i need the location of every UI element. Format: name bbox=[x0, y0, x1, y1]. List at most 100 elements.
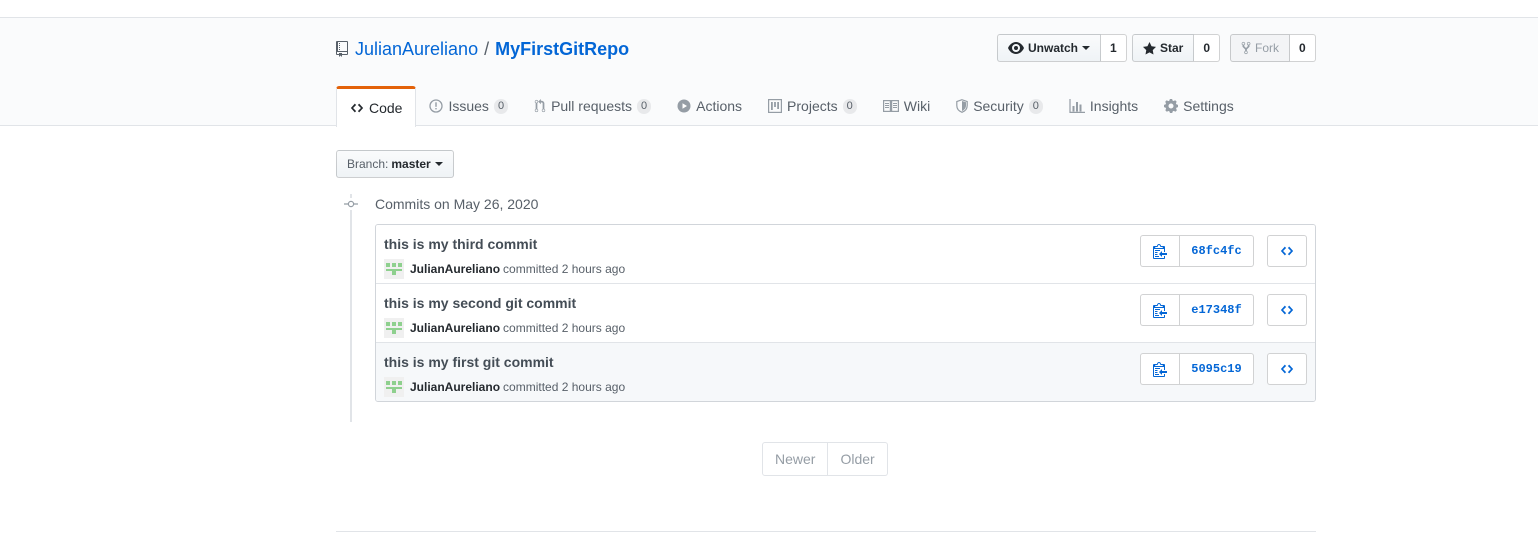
commit-group-title: Commits on May 26, 2020 bbox=[375, 196, 539, 212]
commit-node-icon bbox=[343, 198, 359, 210]
gear-icon bbox=[1164, 99, 1179, 113]
newer-button[interactable]: Newer bbox=[762, 442, 829, 476]
tab-code-label: Code bbox=[369, 100, 403, 116]
footer-divider bbox=[336, 531, 1316, 532]
pull-request-icon bbox=[534, 99, 546, 113]
tab-insights-label: Insights bbox=[1089, 98, 1139, 114]
older-button[interactable]: Older bbox=[828, 442, 888, 476]
commit-author[interactable]: JulianAureliano bbox=[410, 321, 500, 335]
fork-label: Fork bbox=[1255, 41, 1279, 55]
copy-sha-button[interactable] bbox=[1140, 353, 1180, 385]
tab-pull-requests[interactable]: Pull requests 0 bbox=[521, 86, 664, 126]
unwatch-label: Unwatch bbox=[1028, 41, 1079, 55]
fork-icon bbox=[1241, 41, 1251, 55]
branch-name: master bbox=[391, 157, 431, 171]
commit-timeline bbox=[350, 194, 352, 422]
repo-owner-link[interactable]: JulianAureliano bbox=[355, 39, 478, 60]
commit-row: this is my first git commit JulianAureli… bbox=[376, 343, 1315, 401]
eye-icon bbox=[1008, 42, 1024, 54]
chevron-down-icon bbox=[1082, 46, 1091, 50]
commit-sha-link[interactable]: 68fc4fc bbox=[1180, 235, 1254, 267]
sha-group: 68fc4fc bbox=[1140, 235, 1254, 267]
shield-icon bbox=[956, 99, 968, 113]
tab-actions-label: Actions bbox=[696, 98, 743, 114]
project-icon bbox=[768, 99, 783, 113]
star-group: Star 0 bbox=[1132, 34, 1221, 62]
commit-list: this is my third commit JulianAureliano … bbox=[375, 224, 1316, 402]
pagination: Newer Older bbox=[762, 442, 888, 476]
tab-wiki[interactable]: Wiki bbox=[870, 86, 943, 126]
tab-issues[interactable]: Issues 0 bbox=[416, 86, 521, 126]
commit-sha-link[interactable]: 5095c19 bbox=[1180, 353, 1254, 385]
code-icon bbox=[350, 103, 364, 113]
branch-select-button[interactable]: Branch: master bbox=[336, 150, 454, 178]
sha-group: 5095c19 bbox=[1140, 353, 1254, 385]
repo-separator: / bbox=[484, 38, 490, 59]
repo-icon bbox=[336, 41, 348, 57]
browse-files-button[interactable] bbox=[1267, 235, 1307, 267]
stars-count[interactable]: 0 bbox=[1194, 34, 1221, 62]
tab-settings-label: Settings bbox=[1183, 98, 1234, 114]
commit-sha-link[interactable]: e17348f bbox=[1180, 294, 1254, 326]
fork-group: Fork 0 bbox=[1230, 34, 1316, 62]
copy-sha-button[interactable] bbox=[1140, 294, 1180, 326]
browse-files-button[interactable] bbox=[1267, 353, 1307, 385]
commit-author[interactable]: JulianAureliano bbox=[410, 380, 500, 394]
fork-button[interactable]: Fork bbox=[1230, 34, 1290, 62]
star-label: Star bbox=[1160, 41, 1184, 55]
graph-icon bbox=[1069, 99, 1085, 113]
pull-requests-counter: 0 bbox=[637, 98, 652, 114]
browse-files-button[interactable] bbox=[1267, 294, 1307, 326]
security-counter: 0 bbox=[1028, 98, 1043, 114]
tab-projects-label: Projects bbox=[787, 98, 838, 114]
branch-prefix: Branch: bbox=[347, 157, 389, 171]
copy-sha-button[interactable] bbox=[1140, 235, 1180, 267]
commit-time: 2 hours ago bbox=[561, 380, 626, 394]
forks-count[interactable]: 0 bbox=[1290, 34, 1316, 62]
watchers-count[interactable]: 1 bbox=[1101, 34, 1127, 62]
star-button[interactable]: Star bbox=[1132, 34, 1195, 62]
commit-action: committed bbox=[503, 321, 559, 335]
tab-projects[interactable]: Projects 0 bbox=[755, 86, 870, 126]
tab-pull-requests-label: Pull requests bbox=[551, 98, 632, 114]
star-icon bbox=[1143, 41, 1156, 55]
avatar[interactable] bbox=[384, 377, 404, 397]
commit-meta: JulianAureliano committed 2 hours ago bbox=[384, 377, 625, 397]
avatar[interactable] bbox=[384, 259, 404, 279]
code-icon bbox=[1280, 305, 1294, 315]
repo-nav-tabs: Code Issues 0 Pull requests 0 Actions Pr… bbox=[336, 86, 1247, 127]
watch-group: Unwatch 1 bbox=[997, 34, 1127, 62]
unwatch-button[interactable]: Unwatch bbox=[997, 34, 1102, 62]
clipboard-icon bbox=[1153, 362, 1167, 377]
commit-message[interactable]: this is my third commit bbox=[384, 236, 537, 252]
code-icon bbox=[1280, 246, 1294, 256]
commit-author[interactable]: JulianAureliano bbox=[410, 262, 500, 276]
tab-code[interactable]: Code bbox=[336, 86, 417, 127]
commit-action: committed bbox=[503, 380, 559, 394]
sha-group: e17348f bbox=[1140, 294, 1254, 326]
commit-message[interactable]: this is my second git commit bbox=[384, 295, 576, 311]
commit-row: this is my second git commit JulianAurel… bbox=[376, 284, 1315, 343]
commit-message[interactable]: this is my first git commit bbox=[384, 354, 554, 370]
tab-settings[interactable]: Settings bbox=[1151, 86, 1247, 126]
tab-actions[interactable]: Actions bbox=[664, 86, 755, 126]
avatar[interactable] bbox=[384, 318, 404, 338]
issues-counter: 0 bbox=[493, 98, 509, 114]
tab-security[interactable]: Security 0 bbox=[943, 86, 1056, 126]
tab-security-label: Security bbox=[973, 98, 1024, 114]
commit-meta: JulianAureliano committed 2 hours ago bbox=[384, 259, 625, 279]
chevron-down-icon bbox=[434, 162, 443, 166]
commit-meta: JulianAureliano committed 2 hours ago bbox=[384, 318, 625, 338]
commit-action: committed bbox=[503, 262, 559, 276]
commit-row: this is my third commit JulianAureliano … bbox=[376, 225, 1315, 284]
issue-icon bbox=[429, 99, 444, 113]
repo-name-link[interactable]: MyFirstGitRepo bbox=[495, 39, 629, 60]
clipboard-icon bbox=[1153, 303, 1167, 318]
repo-title: JulianAureliano / MyFirstGitRepo bbox=[336, 38, 629, 60]
code-icon bbox=[1280, 364, 1294, 374]
commit-time: 2 hours ago bbox=[561, 262, 626, 276]
tab-issues-label: Issues bbox=[448, 98, 489, 114]
book-icon bbox=[882, 100, 899, 112]
tab-insights[interactable]: Insights bbox=[1056, 86, 1151, 126]
clipboard-icon bbox=[1153, 244, 1167, 259]
